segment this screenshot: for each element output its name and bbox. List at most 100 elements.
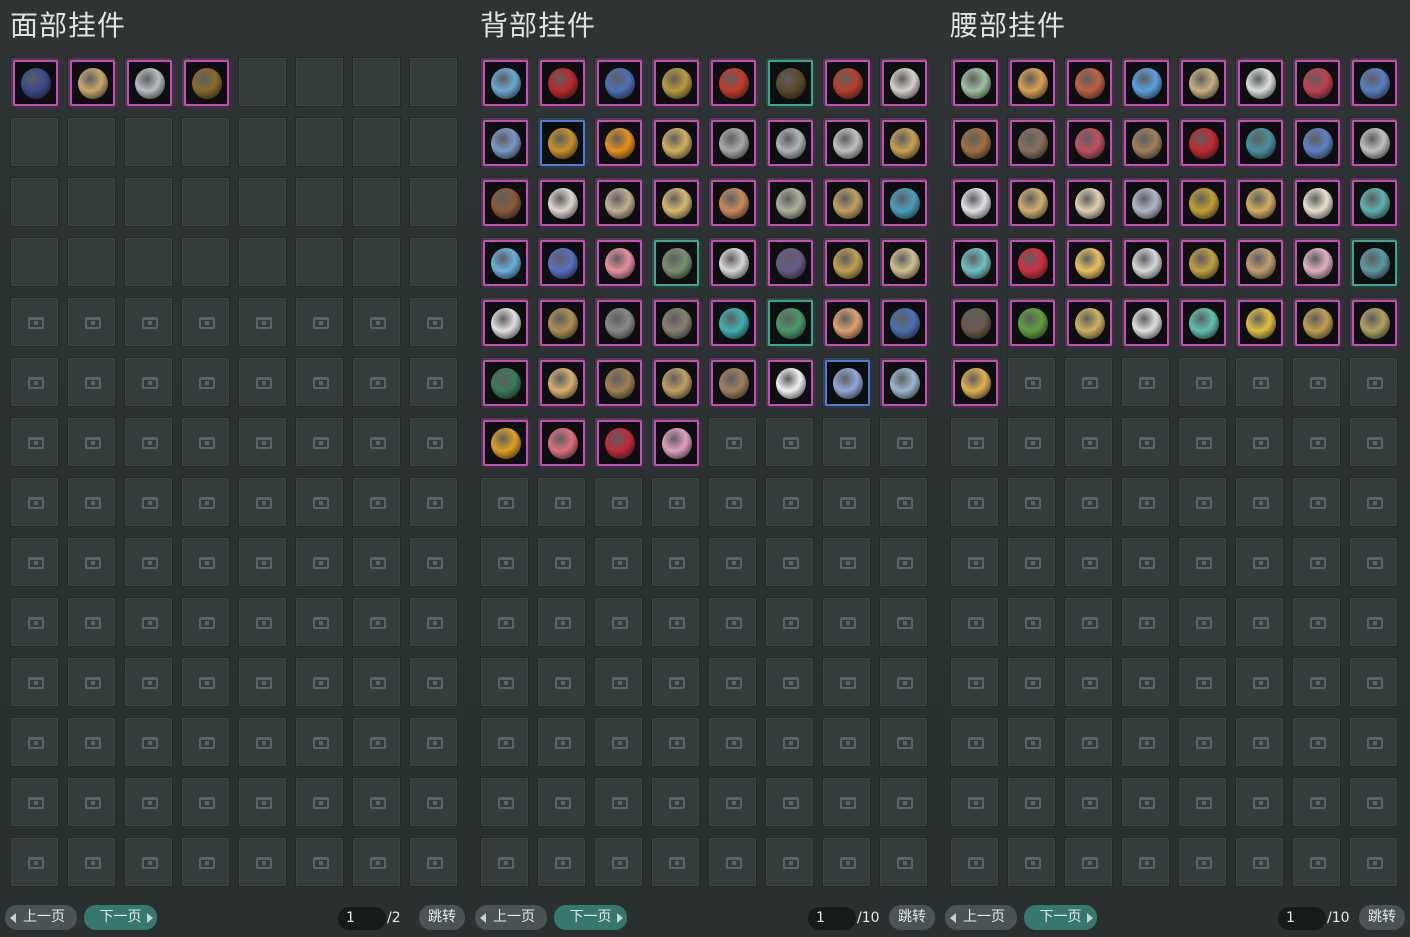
sun-wheel-icon[interactable]	[597, 120, 642, 166]
inventory-slot[interactable]	[1121, 177, 1170, 227]
ice-dragon-icon[interactable]	[882, 360, 927, 406]
inventory-slot[interactable]	[879, 777, 928, 827]
golden-scroll-icon[interactable]	[953, 360, 998, 406]
inventory-slot[interactable]	[594, 477, 643, 527]
inventory-slot[interactable]	[1121, 237, 1170, 287]
inventory-slot[interactable]	[480, 297, 529, 347]
inventory-slot[interactable]	[124, 237, 173, 287]
inventory-slot[interactable]	[651, 657, 700, 707]
chibi-girl-icon[interactable]	[825, 300, 870, 346]
inventory-slot[interactable]	[765, 237, 814, 287]
inventory-slot[interactable]	[1064, 57, 1113, 107]
golden-charm-icon[interactable]	[1295, 300, 1340, 346]
inventory-slot[interactable]	[480, 417, 529, 467]
inventory-slot[interactable]	[1178, 117, 1227, 167]
inventory-slot[interactable]	[537, 837, 586, 887]
golden-lute-icon[interactable]	[540, 120, 585, 166]
inventory-slot[interactable]	[879, 177, 928, 227]
dark-scepter-icon[interactable]	[953, 300, 998, 346]
inventory-slot[interactable]	[765, 537, 814, 587]
golden-tablet-icon[interactable]	[70, 60, 115, 106]
inventory-slot[interactable]	[181, 597, 230, 647]
inventory-slot[interactable]	[124, 417, 173, 467]
inventory-slot[interactable]	[1292, 297, 1341, 347]
inventory-slot[interactable]	[651, 477, 700, 527]
inventory-slot[interactable]	[651, 177, 700, 227]
inventory-slot[interactable]	[409, 717, 458, 767]
inventory-slot[interactable]	[765, 117, 814, 167]
open-book-icon[interactable]	[1067, 180, 1112, 226]
inventory-slot[interactable]	[822, 657, 871, 707]
golden-cart-icon[interactable]	[1238, 180, 1283, 226]
inventory-slot[interactable]	[1007, 837, 1056, 887]
inventory-slot[interactable]	[1349, 657, 1398, 707]
inventory-slot[interactable]	[594, 837, 643, 887]
inventory-slot[interactable]	[537, 477, 586, 527]
inventory-slot[interactable]	[1349, 717, 1398, 767]
teal-fan-icon[interactable]	[953, 240, 998, 286]
inventory-slot[interactable]	[238, 357, 287, 407]
inventory-slot[interactable]	[238, 597, 287, 647]
inventory-slot[interactable]	[409, 657, 458, 707]
inventory-slot[interactable]	[238, 777, 287, 827]
golden-crossbow-icon[interactable]	[1181, 180, 1226, 226]
inventory-slot[interactable]	[409, 597, 458, 647]
inventory-slot[interactable]	[822, 117, 871, 167]
inventory-slot[interactable]	[67, 57, 116, 107]
inventory-slot[interactable]	[1064, 357, 1113, 407]
inventory-slot[interactable]	[822, 237, 871, 287]
shell-spiral-icon[interactable]	[1181, 60, 1226, 106]
inventory-slot[interactable]	[295, 537, 344, 587]
inventory-slot[interactable]	[480, 537, 529, 587]
blue-red-mask-icon[interactable]	[13, 60, 58, 106]
inventory-slot[interactable]	[1235, 417, 1284, 467]
inventory-slot[interactable]	[1121, 57, 1170, 107]
flower-umbrella-icon[interactable]	[597, 240, 642, 286]
inventory-slot[interactable]	[1292, 117, 1341, 167]
bronze-rack-icon[interactable]	[483, 180, 528, 226]
inventory-slot[interactable]	[238, 297, 287, 347]
peach-fruit-icon[interactable]	[540, 420, 585, 466]
white-brush-icon[interactable]	[1124, 300, 1169, 346]
inventory-slot[interactable]	[1235, 597, 1284, 647]
inventory-slot[interactable]	[651, 357, 700, 407]
inventory-slot[interactable]	[537, 597, 586, 647]
inventory-slot[interactable]	[708, 657, 757, 707]
inventory-slot[interactable]	[67, 537, 116, 587]
inventory-slot[interactable]	[67, 237, 116, 287]
inventory-slot[interactable]	[822, 297, 871, 347]
inventory-slot[interactable]	[10, 777, 59, 827]
inventory-slot[interactable]	[594, 57, 643, 107]
inventory-slot[interactable]	[1064, 537, 1113, 587]
inventory-slot[interactable]	[1349, 537, 1398, 587]
inventory-slot[interactable]	[181, 537, 230, 587]
inventory-slot[interactable]	[1064, 297, 1113, 347]
page-number-input[interactable]: 1	[808, 907, 856, 930]
inventory-slot[interactable]	[822, 477, 871, 527]
inventory-slot[interactable]	[1349, 777, 1398, 827]
inventory-slot[interactable]	[594, 417, 643, 467]
inventory-slot[interactable]	[1178, 57, 1227, 107]
inventory-slot[interactable]	[1178, 177, 1227, 227]
inventory-slot[interactable]	[1064, 117, 1113, 167]
inventory-slot[interactable]	[181, 297, 230, 347]
long-rifle-icon[interactable]	[654, 300, 699, 346]
inventory-slot[interactable]	[1349, 837, 1398, 887]
blue-cabinet-icon[interactable]	[882, 300, 927, 346]
inventory-slot[interactable]	[10, 177, 59, 227]
inventory-slot[interactable]	[124, 477, 173, 527]
blue-sword-icon[interactable]	[597, 60, 642, 106]
golden-scroll-icon[interactable]	[1067, 300, 1112, 346]
inventory-slot[interactable]	[1292, 837, 1341, 887]
inventory-slot[interactable]	[765, 477, 814, 527]
inventory-slot[interactable]	[651, 597, 700, 647]
inventory-slot[interactable]	[480, 657, 529, 707]
inventory-slot[interactable]	[708, 117, 757, 167]
inventory-slot[interactable]	[1235, 57, 1284, 107]
inventory-slot[interactable]	[708, 357, 757, 407]
inventory-slot[interactable]	[352, 597, 401, 647]
inventory-slot[interactable]	[1064, 657, 1113, 707]
inventory-slot[interactable]	[651, 777, 700, 827]
inventory-slot[interactable]	[879, 237, 928, 287]
plum-blossom-icon[interactable]	[654, 420, 699, 466]
